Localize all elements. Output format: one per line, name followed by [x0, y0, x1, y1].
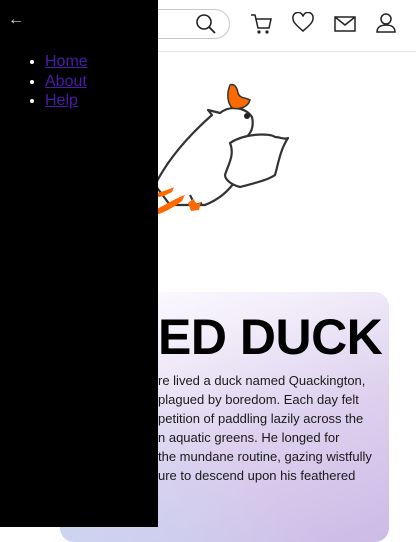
- nav-link-about[interactable]: About: [45, 73, 87, 90]
- nav-item-help: Help: [45, 91, 88, 111]
- side-drawer: ← Home About Help: [0, 0, 158, 527]
- nav-item-about: About: [45, 72, 88, 92]
- nav-item-home: Home: [45, 52, 88, 72]
- story-line: the mundane routine, gazing wistfully: [158, 449, 372, 464]
- hero-title: ED DUCK: [158, 309, 383, 365]
- heart-icon[interactable]: [292, 12, 314, 34]
- mail-icon[interactable]: [334, 15, 356, 33]
- story-line: petition of paddling lazily across the: [158, 411, 364, 426]
- cart-icon[interactable]: [250, 12, 272, 36]
- story-line: re lived a duck named Quackington,: [158, 373, 366, 388]
- duck-illustration: [153, 83, 290, 215]
- nav-link-help[interactable]: Help: [45, 92, 78, 109]
- search-icon[interactable]: [195, 13, 217, 35]
- nav-link-home[interactable]: Home: [45, 53, 88, 70]
- user-icon[interactable]: [376, 12, 396, 34]
- arrow-left-icon[interactable]: ←: [8, 11, 24, 29]
- story-line: ure to descend upon his feathered: [158, 468, 356, 483]
- story-line: n aquatic greens. He longed for: [158, 430, 340, 445]
- story-line: plagued by boredom. Each day felt: [158, 392, 359, 407]
- drawer-nav: Home About Help: [0, 52, 88, 111]
